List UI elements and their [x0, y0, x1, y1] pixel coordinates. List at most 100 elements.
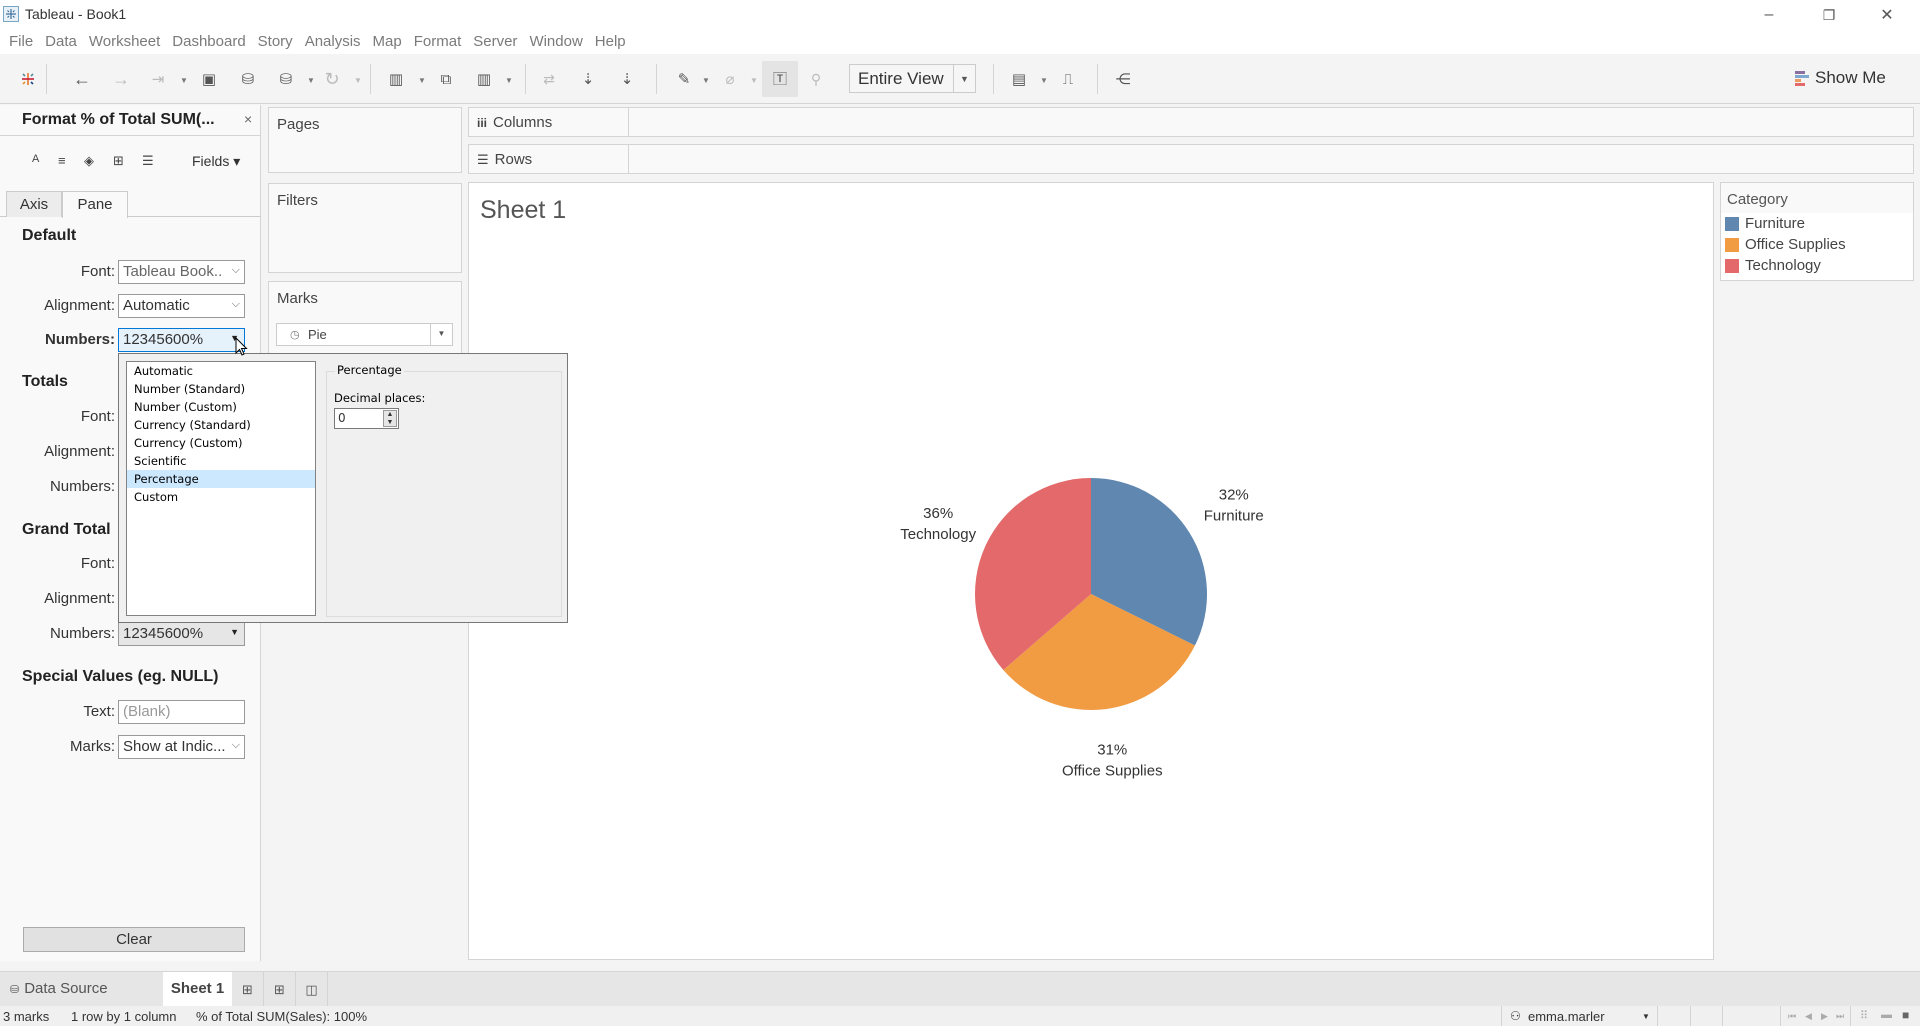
- special-marks-select[interactable]: Show at Indic... ⌵: [118, 735, 245, 759]
- number-format-option[interactable]: Number (Custom): [127, 398, 315, 416]
- swap-rows-columns-icon[interactable]: ⇄: [535, 65, 563, 93]
- new-dashboard-tab-icon[interactable]: ⊞: [264, 972, 296, 1007]
- sort-descending-icon[interactable]: ⇣: [613, 65, 641, 93]
- cards-caret-icon[interactable]: ▼: [1040, 76, 1048, 85]
- default-numbers-select[interactable]: 12345600% ▼: [118, 328, 245, 352]
- decimal-places-stepper[interactable]: 0 ▲ ▼: [334, 408, 399, 429]
- new-worksheet-icon[interactable]: ▥: [382, 65, 410, 93]
- new-worksheet-caret-icon[interactable]: ▼: [418, 76, 426, 85]
- sheet-sorter-view-icon[interactable]: ⠿: [1860, 1009, 1868, 1022]
- menu-window[interactable]: Window: [524, 30, 587, 54]
- alignment-format-icon[interactable]: ≡: [58, 153, 66, 168]
- font-format-icon[interactable]: A: [32, 153, 39, 165]
- menu-analysis[interactable]: Analysis: [300, 30, 366, 54]
- pages-card[interactable]: Pages: [268, 107, 462, 173]
- group-caret-icon[interactable]: ▼: [750, 76, 758, 85]
- caret-down-icon[interactable]: ▼: [430, 324, 452, 345]
- redo-icon[interactable]: →: [107, 65, 135, 93]
- special-text-input[interactable]: (Blank): [118, 700, 245, 724]
- default-font-select[interactable]: Tableau Book.. ⌵: [118, 260, 245, 284]
- lines-format-icon[interactable]: ☰: [142, 153, 154, 169]
- duplicate-sheet-icon[interactable]: ⧉: [432, 65, 460, 93]
- number-format-option[interactable]: Currency (Custom): [127, 434, 315, 452]
- grand-totals-numbers-select[interactable]: 12345600% ▼: [118, 622, 245, 646]
- minimize-button[interactable]: –: [1740, 0, 1798, 30]
- number-format-option[interactable]: Currency (Standard): [127, 416, 315, 434]
- close-format-pane-icon[interactable]: ×: [244, 111, 252, 127]
- restore-button[interactable]: ❐: [1800, 0, 1858, 30]
- close-window-button[interactable]: ✕: [1858, 0, 1916, 30]
- pie-category-label: Technology: [900, 526, 976, 543]
- user-menu[interactable]: ⚇ emma.marler ▼: [1501, 1006, 1658, 1026]
- highlight-icon[interactable]: ✎: [670, 65, 698, 93]
- stepper-arrows-icon[interactable]: ▲ ▼: [383, 410, 397, 427]
- first-page-icon[interactable]: ⏮: [1788, 1011, 1796, 1022]
- show-mark-labels-icon[interactable]: 🅃: [762, 61, 798, 97]
- sheet-1-tab[interactable]: Sheet 1: [163, 972, 232, 1007]
- clear-sheet-icon[interactable]: ▥: [470, 65, 498, 93]
- clear-button[interactable]: Clear: [23, 927, 245, 952]
- fields-dropdown[interactable]: Fields ▾: [192, 153, 240, 170]
- clear-sheet-caret-icon[interactable]: ▼: [505, 76, 513, 85]
- number-format-option[interactable]: Number (Standard): [127, 380, 315, 398]
- presentation-mode-icon[interactable]: ⎍: [1054, 65, 1082, 93]
- columns-shelf[interactable]: iii Columns: [468, 107, 1914, 137]
- highlight-caret-icon[interactable]: ▼: [702, 76, 710, 85]
- replay-caret-icon[interactable]: ▼: [180, 76, 188, 85]
- number-format-option-selected[interactable]: Percentage: [127, 470, 315, 488]
- rows-shelf[interactable]: ☰ Rows: [468, 144, 1914, 174]
- fix-axes-icon[interactable]: ⚲: [802, 65, 830, 93]
- show-me-button[interactable]: Show Me: [1795, 68, 1886, 88]
- prev-page-icon[interactable]: ◀: [1805, 1011, 1812, 1022]
- next-page-icon[interactable]: ▶: [1821, 1011, 1828, 1022]
- chevron-down-icon[interactable]: ▼: [953, 65, 975, 92]
- filmstrip-view-icon[interactable]: ▬: [1881, 1009, 1892, 1021]
- menu-format[interactable]: Format: [409, 30, 467, 54]
- pause-caret-icon[interactable]: ▼: [307, 76, 315, 85]
- number-format-list[interactable]: Automatic Number (Standard) Number (Cust…: [126, 361, 316, 616]
- group-members-icon[interactable]: ⌀: [716, 65, 744, 93]
- legend-item-furniture[interactable]: Furniture: [1721, 213, 1913, 234]
- tab-axis[interactable]: Axis: [6, 191, 62, 217]
- menu-server[interactable]: Server: [468, 30, 522, 54]
- number-format-option[interactable]: Scientific: [127, 452, 315, 470]
- data-source-tab[interactable]: ⛁ Data Source: [10, 980, 108, 997]
- normal-view-icon[interactable]: ■: [1902, 1008, 1909, 1022]
- menu-help[interactable]: Help: [590, 30, 631, 54]
- fit-select[interactable]: Entire View ▼: [849, 64, 976, 93]
- pie-category-label: Office Supplies: [1062, 763, 1163, 780]
- pause-updates-icon[interactable]: ⛁: [272, 65, 300, 93]
- new-worksheet-tab-icon[interactable]: ⊞: [232, 972, 264, 1007]
- share-icon[interactable]: ⋲: [1109, 65, 1137, 93]
- legend-item-office-supplies[interactable]: Office Supplies: [1721, 234, 1913, 255]
- new-data-source-icon[interactable]: ⛁: [234, 65, 262, 93]
- number-format-option[interactable]: Automatic: [127, 362, 315, 380]
- shading-format-icon[interactable]: ◈: [84, 153, 94, 169]
- menu-data[interactable]: Data: [40, 30, 82, 54]
- filters-card[interactable]: Filters: [268, 183, 462, 273]
- menu-dashboard[interactable]: Dashboard: [167, 30, 250, 54]
- menu-file[interactable]: File: [4, 30, 38, 54]
- default-alignment-select[interactable]: Automatic ⌵: [118, 294, 245, 318]
- toolbar-separator: [46, 64, 47, 94]
- sort-ascending-icon[interactable]: ⇣: [574, 65, 602, 93]
- refresh-caret-icon[interactable]: ▼: [354, 76, 362, 85]
- undo-icon[interactable]: ←: [68, 65, 96, 93]
- menu-worksheet[interactable]: Worksheet: [84, 30, 165, 54]
- mark-type-select[interactable]: ◷ Pie ▼: [276, 323, 453, 346]
- save-icon[interactable]: ▣: [195, 65, 223, 93]
- new-story-tab-icon[interactable]: ◫: [296, 972, 328, 1007]
- show-hide-cards-icon[interactable]: ▤: [1005, 65, 1033, 93]
- last-page-icon[interactable]: ⏭: [1836, 1011, 1844, 1022]
- tableau-logo-icon[interactable]: [14, 65, 42, 93]
- worksheet-canvas[interactable]: Sheet 1 32% Furniture 31% Office Supplies 36…: [468, 182, 1714, 960]
- refresh-icon[interactable]: ↻: [318, 65, 346, 93]
- number-format-option[interactable]: Custom: [127, 488, 315, 506]
- menu-map[interactable]: Map: [368, 30, 407, 54]
- menu-story[interactable]: Story: [253, 30, 298, 54]
- tab-pane[interactable]: Pane: [62, 191, 128, 218]
- borders-format-icon[interactable]: ⊞: [113, 153, 124, 169]
- tableau-app-icon: [3, 6, 19, 22]
- replay-icon[interactable]: ⇥: [144, 65, 172, 93]
- legend-item-technology[interactable]: Technology: [1721, 255, 1913, 276]
